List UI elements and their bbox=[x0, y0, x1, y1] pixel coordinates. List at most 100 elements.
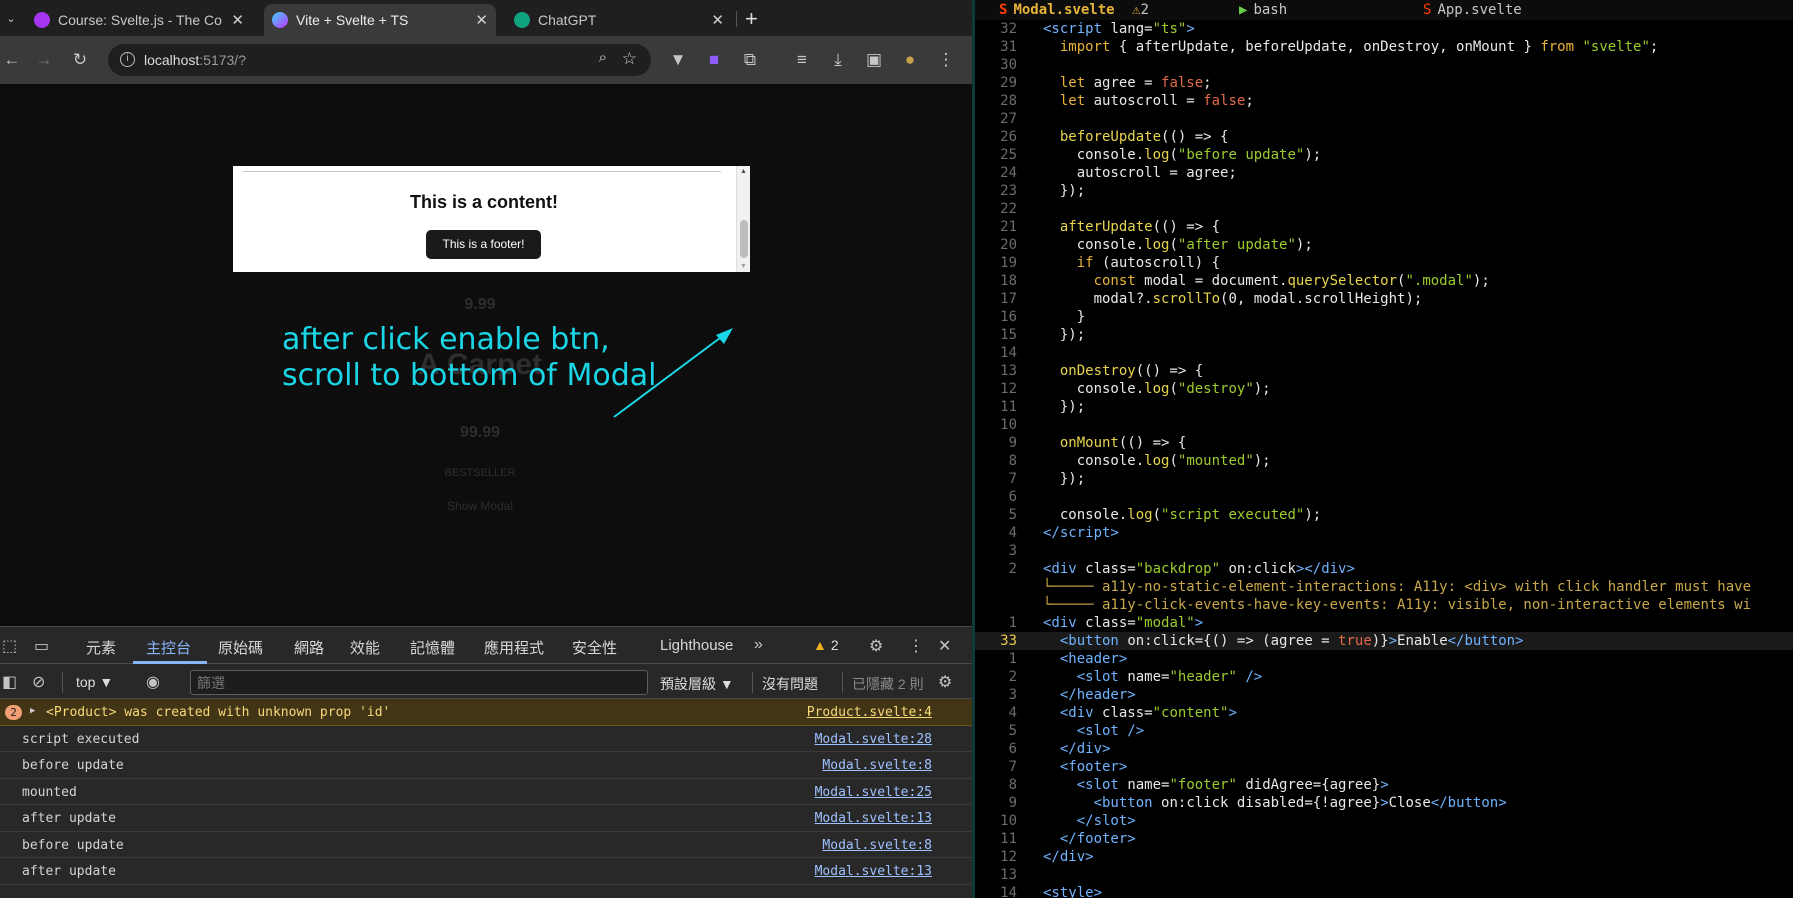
tab-lighthouse[interactable]: Lighthouse bbox=[660, 637, 733, 654]
code-line[interactable]: 27 bbox=[975, 110, 1793, 128]
media-controls-icon[interactable]: ≡ bbox=[790, 48, 814, 72]
code-line[interactable]: 20 console.log("after update"); bbox=[975, 236, 1793, 254]
close-tab-icon[interactable]: ✕ bbox=[711, 11, 724, 29]
code-line[interactable]: 12 console.log("destroy"); bbox=[975, 380, 1793, 398]
tab-performance[interactable]: 效能 bbox=[350, 637, 380, 658]
reload-icon[interactable]: ↻ bbox=[68, 48, 92, 72]
code-line[interactable]: 25 console.log("before update"); bbox=[975, 146, 1793, 164]
code-line[interactable]: 13 onDestroy(() => { bbox=[975, 362, 1793, 380]
code-line[interactable]: 19 if (autoscroll) { bbox=[975, 254, 1793, 272]
bookmark-star-icon[interactable]: ☆ bbox=[622, 49, 637, 69]
tab-udemy-course[interactable]: Course: Svelte.js - The Co ✕ bbox=[26, 4, 252, 36]
code-line[interactable]: 14 bbox=[975, 344, 1793, 362]
tab-application[interactable]: 應用程式 bbox=[484, 637, 544, 658]
code-line[interactable]: 8 <slot name="footer" didAgree={agree}> bbox=[975, 776, 1793, 794]
log-source-link[interactable]: Modal.svelte:25 bbox=[815, 785, 932, 800]
close-devtools-icon[interactable]: ✕ bbox=[938, 636, 951, 656]
log-source-link[interactable]: Modal.svelte:28 bbox=[815, 732, 932, 747]
tab-network[interactable]: 網路 bbox=[294, 637, 324, 658]
console-filter-input[interactable] bbox=[190, 670, 648, 695]
code-line[interactable]: 33 <button on:click={() => (agree = true… bbox=[975, 632, 1793, 650]
tab-vite-svelte[interactable]: Vite + Svelte + TS ✕ bbox=[264, 4, 496, 36]
code-line[interactable]: 9 onMount(() => { bbox=[975, 434, 1793, 452]
device-toolbar-icon[interactable]: ▭ bbox=[34, 636, 49, 656]
code-line[interactable]: 9 <button on:click disabled={!agree}>Clo… bbox=[975, 794, 1793, 812]
extensions-puzzle-icon[interactable]: ⧉ bbox=[738, 48, 762, 72]
code-line[interactable]: 11 }); bbox=[975, 398, 1793, 416]
tab-console[interactable]: 主控台 bbox=[146, 637, 191, 658]
editor-buffer[interactable]: 32 <script lang="ts"> 31 import { afterUpd… bbox=[975, 20, 1793, 898]
code-line[interactable]: 24 autoscroll = agree; bbox=[975, 164, 1793, 182]
log-source-link[interactable]: Product.svelte:4 bbox=[807, 705, 932, 720]
code-line[interactable]: 7 }); bbox=[975, 470, 1793, 488]
code-line[interactable]: 6 </div> bbox=[975, 740, 1793, 758]
code-line[interactable]: 1 <header> bbox=[975, 650, 1793, 668]
code-line[interactable]: 16 } bbox=[975, 308, 1793, 326]
code-line[interactable]: 31 import { afterUpdate, beforeUpdate, o… bbox=[975, 38, 1793, 56]
code-line[interactable]: 22 bbox=[975, 200, 1793, 218]
browser-menu-icon[interactable]: ⋮ bbox=[934, 48, 958, 72]
buffer-tab-app[interactable]: S App.svelte bbox=[1423, 2, 1522, 18]
code-line[interactable]: 13 bbox=[975, 866, 1793, 884]
code-line[interactable]: 10 bbox=[975, 416, 1793, 434]
console-warning-row[interactable]: 2 ▶ <Product> was created with unknown p… bbox=[0, 699, 972, 726]
code-line[interactable]: 29 let agree = false; bbox=[975, 74, 1793, 92]
code-line[interactable]: 3 bbox=[975, 542, 1793, 560]
site-info-icon[interactable]: i bbox=[120, 52, 135, 67]
close-tab-icon[interactable]: ✕ bbox=[231, 11, 244, 29]
code-line[interactable]: 4 <div class="content"> bbox=[975, 704, 1793, 722]
tab-chatgpt[interactable]: ChatGPT ✕ bbox=[506, 4, 732, 36]
new-tab-icon[interactable]: + bbox=[745, 6, 758, 32]
devtools-menu-icon[interactable]: ⋮ bbox=[908, 636, 924, 656]
forward-icon[interactable]: → bbox=[32, 48, 56, 72]
log-source-link[interactable]: Modal.svelte:13 bbox=[815, 811, 932, 826]
warnings-badge[interactable]: ▲ 2 bbox=[813, 637, 839, 653]
context-select[interactable]: top ▼ bbox=[76, 674, 113, 690]
code-line[interactable]: 7 <footer> bbox=[975, 758, 1793, 776]
console-settings-icon[interactable]: ⚙ bbox=[938, 672, 952, 692]
code-line[interactable]: 10 </slot> bbox=[975, 812, 1793, 830]
address-bar[interactable]: i localhost:5173/? ⌕ ☆ bbox=[108, 44, 651, 76]
code-line[interactable]: 23 }); bbox=[975, 182, 1793, 200]
tab-security[interactable]: 安全性 bbox=[572, 637, 617, 658]
modal-footer-button[interactable]: This is a footer! bbox=[426, 230, 541, 259]
log-source-link[interactable]: Modal.svelte:13 bbox=[815, 864, 932, 879]
code-line[interactable]: 5 <slot /> bbox=[975, 722, 1793, 740]
tab-memory[interactable]: 記憶體 bbox=[410, 637, 455, 658]
buffer-tab-bash[interactable]: ▶ bash bbox=[1239, 2, 1287, 18]
live-expression-eye-icon[interactable]: ◉ bbox=[146, 672, 160, 692]
code-line[interactable]: 11 </footer> bbox=[975, 830, 1793, 848]
code-line[interactable]: 30 bbox=[975, 56, 1793, 74]
code-line[interactable]: 21 afterUpdate(() => { bbox=[975, 218, 1793, 236]
code-line[interactable]: 1 <div class="modal"> bbox=[975, 614, 1793, 632]
expand-triangle-icon[interactable]: ▶ bbox=[30, 706, 35, 716]
code-line[interactable]: 17 modal?.scrollTo(0, modal.scrollHeight… bbox=[975, 290, 1793, 308]
settings-gear-icon[interactable]: ⚙ bbox=[869, 636, 883, 656]
code-line[interactable]: 12 </div> bbox=[975, 848, 1793, 866]
search-icon[interactable]: ⌕ bbox=[599, 49, 607, 66]
vue-devtools-extension-icon[interactable]: ▼ bbox=[666, 48, 690, 72]
code-line[interactable]: 32 <script lang="ts"> bbox=[975, 20, 1793, 38]
code-line[interactable]: 8 console.log("mounted"); bbox=[975, 452, 1793, 470]
buffer-tab-modal[interactable]: S Modal.svelte bbox=[999, 2, 1115, 18]
code-line[interactable]: 28 let autoscroll = false; bbox=[975, 92, 1793, 110]
code-line[interactable]: 18 const modal = document.querySelector(… bbox=[975, 272, 1793, 290]
code-line[interactable]: 14 <style> bbox=[975, 884, 1793, 898]
code-line[interactable]: 26 beforeUpdate(() => { bbox=[975, 128, 1793, 146]
log-source-link[interactable]: Modal.svelte:8 bbox=[822, 758, 932, 773]
profile-avatar-icon[interactable]: ● bbox=[898, 48, 922, 72]
url-text[interactable]: localhost:5173/? bbox=[144, 52, 246, 68]
code-line[interactable]: 3 </header> bbox=[975, 686, 1793, 704]
code-line[interactable]: 6 bbox=[975, 488, 1793, 506]
code-line[interactable]: 4 </script> bbox=[975, 524, 1793, 542]
back-icon[interactable]: ← bbox=[0, 48, 24, 72]
more-tabs-icon[interactable]: » bbox=[754, 636, 763, 654]
inspect-element-icon[interactable]: ⬚ bbox=[2, 636, 17, 656]
code-line[interactable]: └───── a11y-no-static-element-interactio… bbox=[975, 578, 1793, 596]
clear-console-icon[interactable]: ⊘ bbox=[32, 672, 45, 692]
extension-icon[interactable]: ■ bbox=[702, 48, 726, 72]
show-modal-button[interactable]: Show Modal bbox=[0, 499, 960, 513]
close-tab-icon[interactable]: ✕ bbox=[475, 11, 488, 29]
sidebar-toggle-icon[interactable]: ◧ bbox=[2, 672, 17, 692]
code-line[interactable]: └───── a11y-click-events-have-key-events… bbox=[975, 596, 1793, 614]
